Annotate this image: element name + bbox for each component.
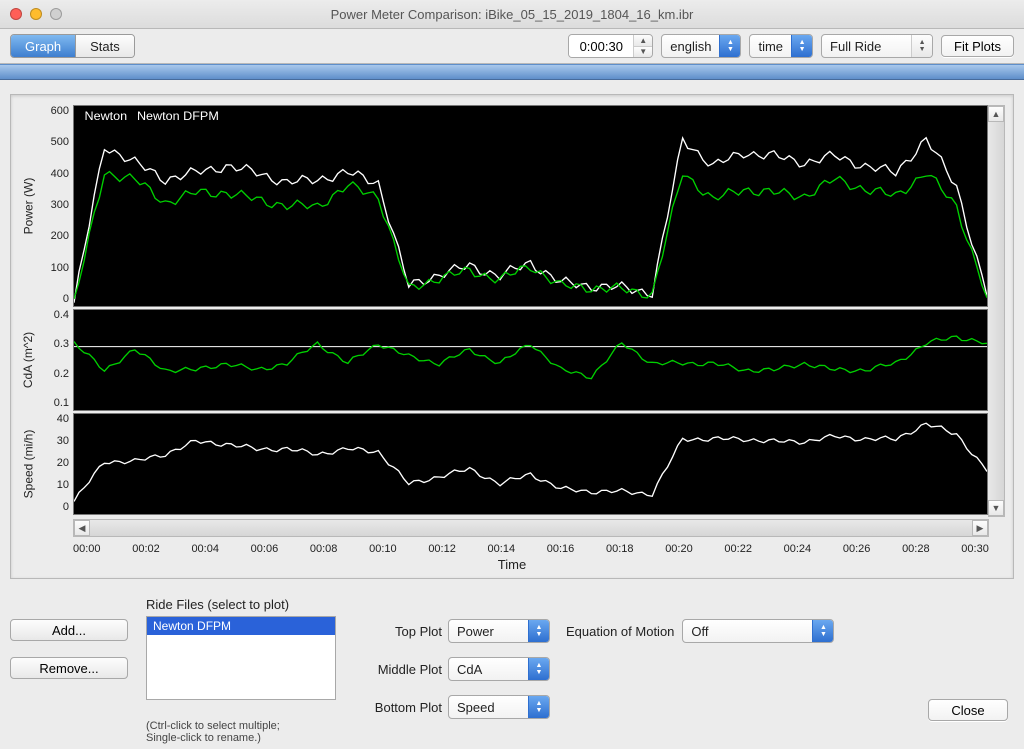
scroll-down-icon[interactable]: ▼	[988, 500, 1004, 516]
scroll-up-icon[interactable]: ▲	[988, 106, 1004, 122]
equation-of-motion-select[interactable]: Off ▲▼	[682, 619, 834, 643]
ride-files-listbox[interactable]: Newton DFPM	[146, 616, 336, 700]
x-tick: 00:24	[784, 543, 812, 555]
x-tick: 00:10	[369, 543, 397, 555]
middle-plot-label: Middle Plot	[358, 662, 448, 677]
plot-canvas[interactable]	[73, 309, 988, 411]
range-select-label: Full Ride	[822, 35, 911, 57]
y-axis-ticks: 403020100	[37, 413, 73, 513]
x-tick: 00:22	[724, 543, 752, 555]
xaxis-mode-select[interactable]: time ▲▼	[749, 34, 813, 58]
plot-1: CdA (m^2)0.40.30.20.1	[19, 309, 988, 411]
x-tick: 00:14	[488, 543, 516, 555]
bottom-panel: Add... Remove... Ride Files (select to p…	[0, 589, 1024, 749]
x-tick: 00:20	[665, 543, 693, 555]
bottom-plot-label: Bottom Plot	[358, 700, 448, 715]
horizontal-scrollbar[interactable]: ◀ ▶	[73, 519, 989, 537]
legend-entry: Newton DFPM	[137, 109, 219, 123]
scroll-left-icon[interactable]: ◀	[74, 520, 90, 536]
plot-canvas[interactable]	[73, 413, 988, 515]
bottom-plot-value: Speed	[449, 696, 528, 718]
plot-0: Power (W)6005004003002001000NewtonNewton…	[19, 105, 988, 307]
x-tick: 00:08	[310, 543, 338, 555]
ride-files-hint: (Ctrl-click to select multiple; Single-c…	[146, 720, 340, 744]
x-tick: 00:00	[73, 543, 101, 555]
chevron-updown-icon: ▲▼	[528, 620, 549, 642]
smoothing-stepper[interactable]: ▲ ▼	[568, 34, 653, 58]
x-tick: 00:30	[961, 543, 989, 555]
x-axis-ticks: 00:00 00:02 00:04 00:06 00:08 00:10 00:12 00:14…	[73, 543, 989, 555]
toolbar: Graph Stats ▲ ▼ english ▲▼ time ▲▼ Full …	[0, 29, 1024, 64]
language-select-label: english	[662, 35, 719, 57]
plot-canvas[interactable]: Newton Newton DFPM	[73, 105, 988, 307]
chevron-updown-icon: ▲▼	[719, 35, 740, 57]
top-plot-label: Top Plot	[358, 624, 448, 639]
top-plot-select[interactable]: Power ▲▼	[448, 619, 550, 643]
y-axis-label: Power (W)	[19, 105, 37, 307]
window-titlebar: Power Meter Comparison: iBike_05_15_2019…	[0, 0, 1024, 29]
tab-graph[interactable]: Graph	[11, 35, 75, 57]
legend-entry: Newton	[84, 109, 127, 123]
x-tick: 00:16	[547, 543, 575, 555]
window-title: Power Meter Comparison: iBike_05_15_2019…	[0, 7, 1024, 22]
chevron-updown-icon: ▲▼	[528, 696, 549, 718]
language-select[interactable]: english ▲▼	[661, 34, 741, 58]
tab-stats[interactable]: Stats	[75, 35, 134, 57]
chevron-updown-icon: ▲▼	[791, 35, 812, 57]
vertical-scrollbar[interactable]: ▲ ▼	[988, 105, 1005, 517]
bottom-plot-select[interactable]: Speed ▲▼	[448, 695, 550, 719]
scroll-right-icon[interactable]: ▶	[972, 520, 988, 536]
tab-segment: Graph Stats	[10, 34, 135, 58]
chart-frame: Power (W)6005004003002001000NewtonNewton…	[10, 94, 1014, 579]
equation-of-motion-label: Equation of Motion	[566, 624, 674, 639]
xaxis-mode-label: time	[750, 35, 791, 57]
close-window-icon[interactable]	[10, 8, 22, 20]
x-tick: 00:04	[191, 543, 219, 555]
x-tick: 00:28	[902, 543, 930, 555]
x-tick: 00:18	[606, 543, 634, 555]
chevron-updown-icon: ▲▼	[528, 658, 549, 680]
y-axis-ticks: 0.40.30.20.1	[37, 309, 73, 409]
chevron-updown-icon: ▲▼	[812, 620, 833, 642]
x-tick: 00:26	[843, 543, 871, 555]
stepper-up-icon[interactable]: ▲	[634, 35, 652, 46]
y-axis-label: CdA (m^2)	[19, 309, 37, 411]
x-axis-label: Time	[19, 557, 1005, 572]
y-axis-label: Speed (mi/h)	[19, 413, 37, 515]
minimize-window-icon[interactable]	[30, 8, 42, 20]
chevron-updown-icon: ▲▼	[911, 35, 932, 57]
x-tick: 00:06	[251, 543, 279, 555]
plot-2: Speed (mi/h)403020100	[19, 413, 988, 515]
remove-button[interactable]: Remove...	[10, 657, 128, 679]
x-tick: 00:12	[428, 543, 456, 555]
top-plot-value: Power	[449, 620, 528, 642]
ride-files-header: Ride Files (select to plot)	[146, 597, 340, 612]
zoom-window-icon[interactable]	[50, 8, 62, 20]
stepper-down-icon[interactable]: ▼	[634, 46, 652, 58]
x-tick: 00:02	[132, 543, 160, 555]
middle-plot-value: CdA	[449, 658, 528, 680]
equation-of-motion-value: Off	[683, 620, 812, 642]
smoothing-input[interactable]	[569, 35, 633, 57]
toolbar-accent-bar	[0, 64, 1024, 80]
fit-plots-button[interactable]: Fit Plots	[941, 35, 1014, 57]
traffic-lights	[10, 8, 62, 20]
range-select[interactable]: Full Ride ▲▼	[821, 34, 933, 58]
list-item[interactable]: Newton DFPM	[147, 617, 335, 635]
add-button[interactable]: Add...	[10, 619, 128, 641]
close-button[interactable]: Close	[928, 699, 1008, 721]
middle-plot-select[interactable]: CdA ▲▼	[448, 657, 550, 681]
y-axis-ticks: 6005004003002001000	[37, 105, 73, 305]
